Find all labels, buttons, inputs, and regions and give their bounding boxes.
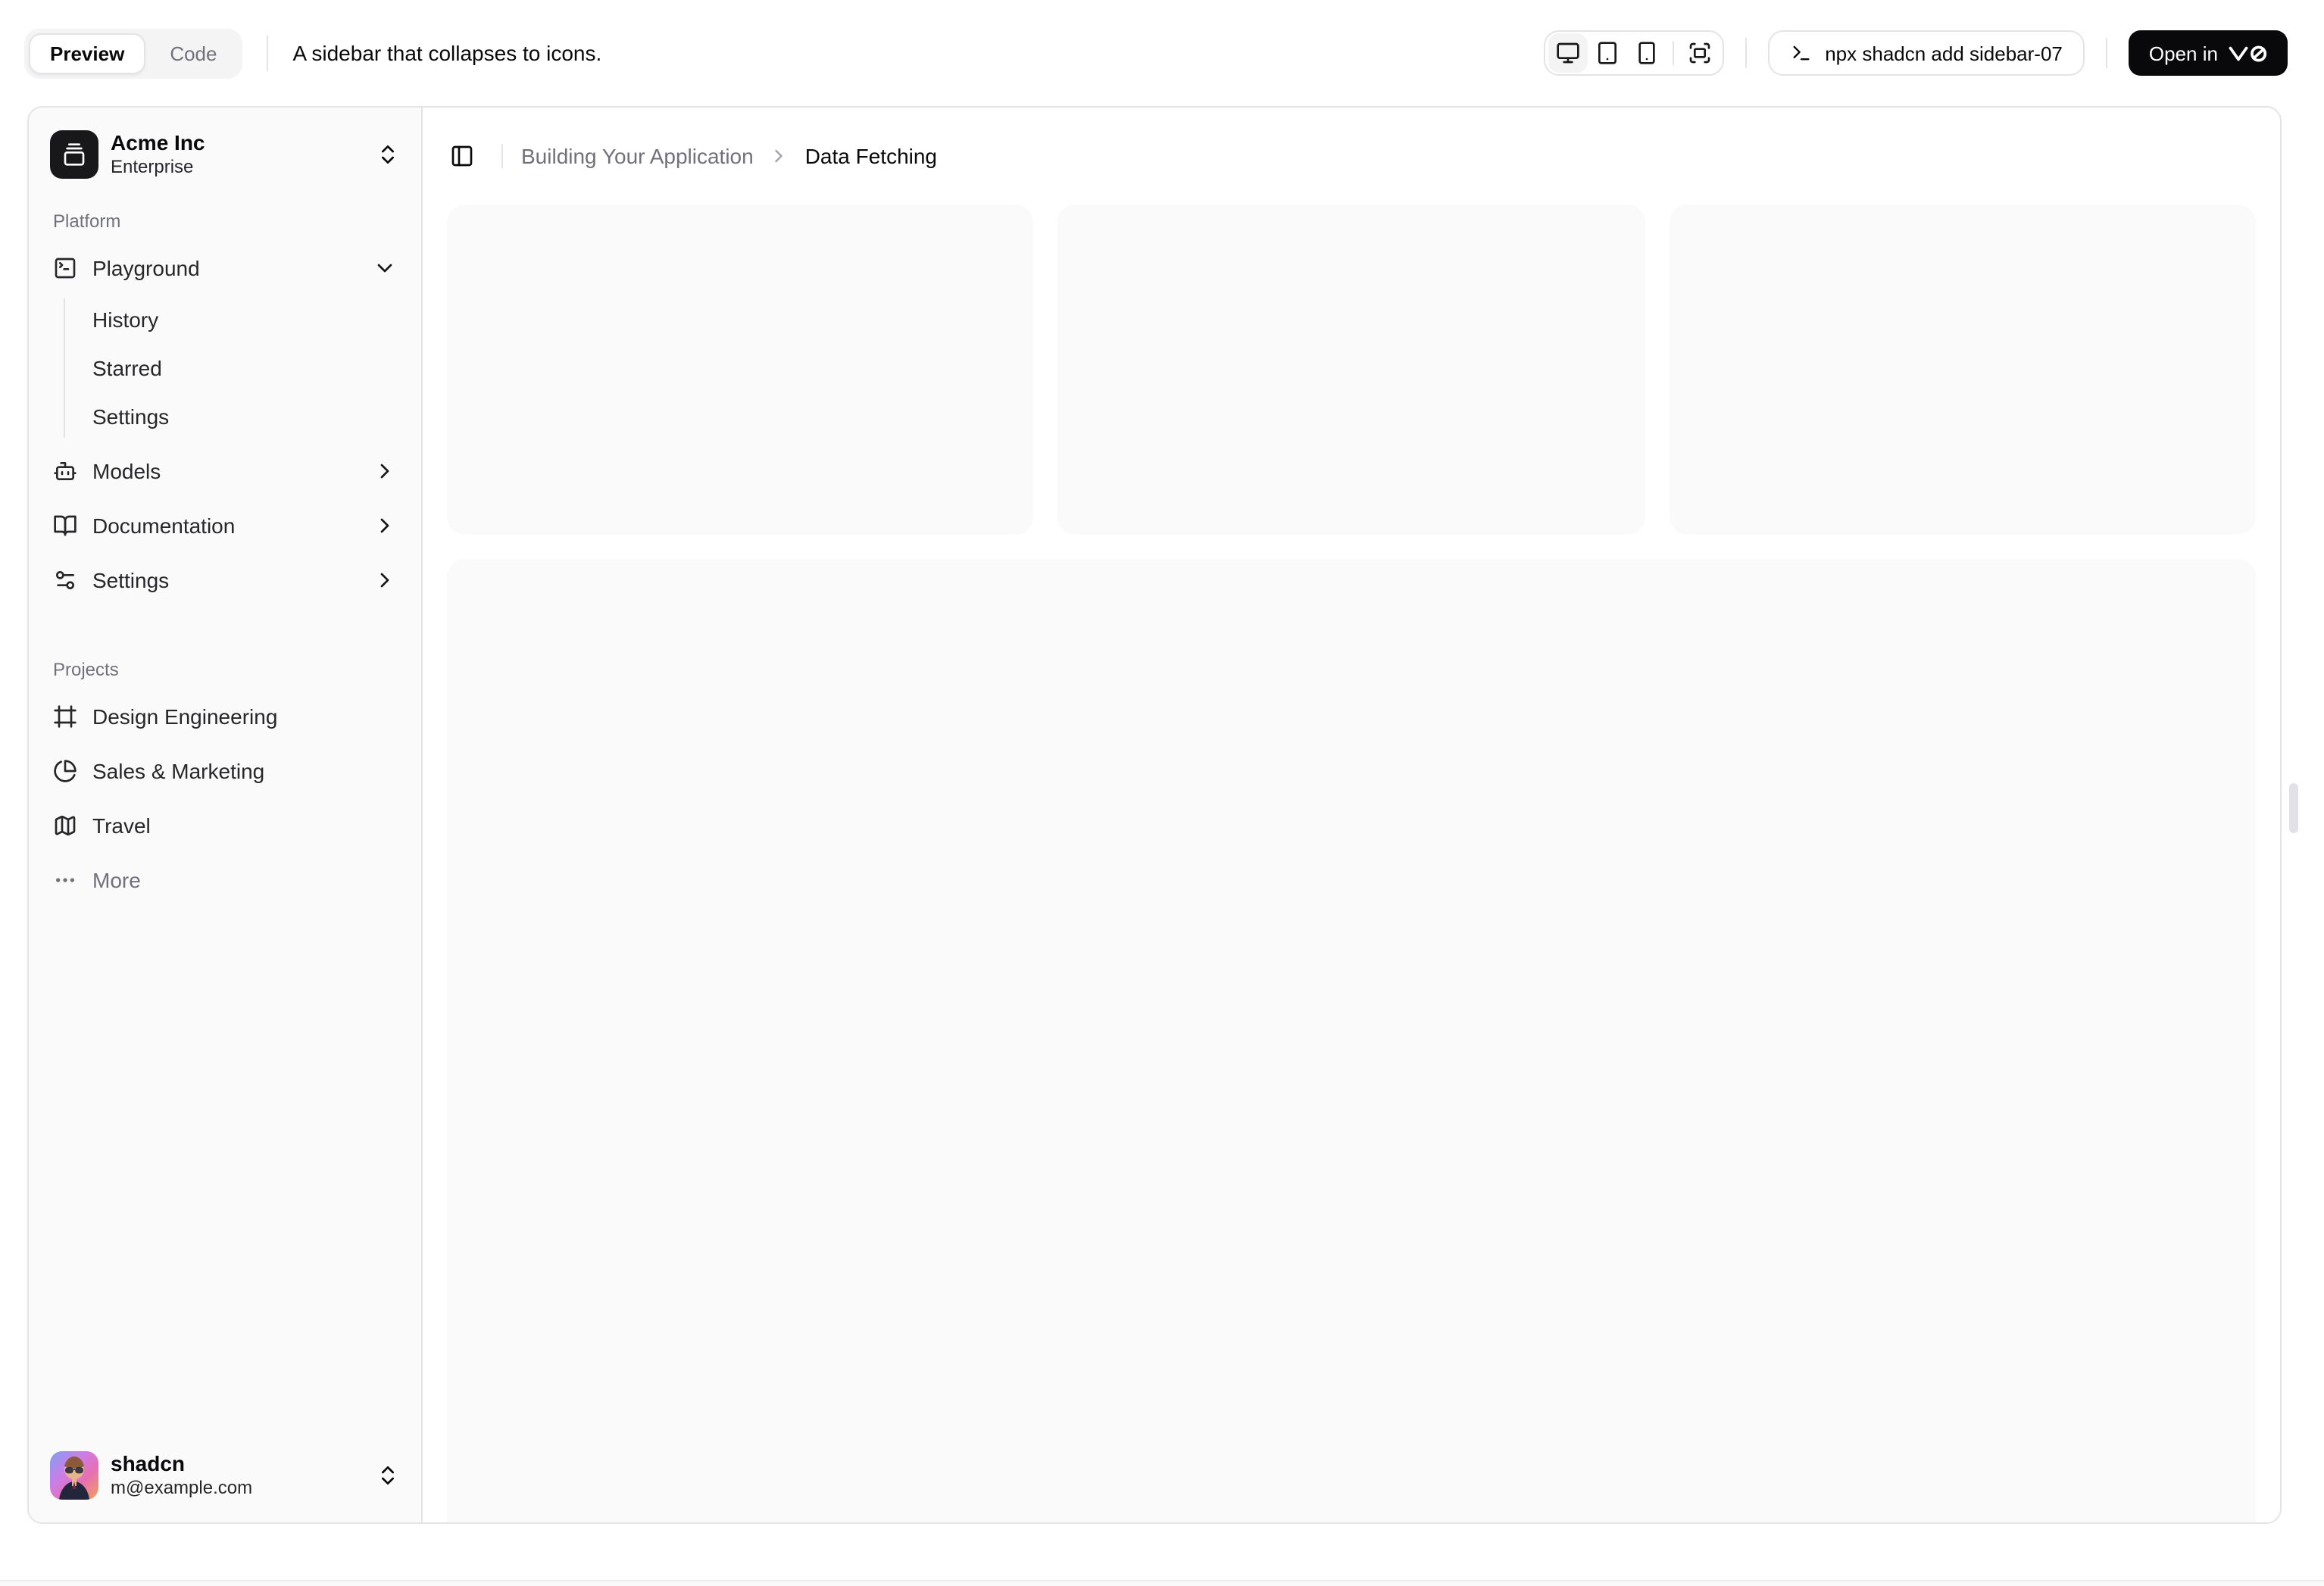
user-menu-button[interactable]: shadcn m@example.com — [41, 1441, 409, 1510]
view-mode-tabs: Preview Code — [24, 28, 243, 78]
sidebar-item-label: Settings — [92, 567, 170, 592]
section-label-platform: Platform — [53, 210, 121, 232]
page-scrollbar-thumb[interactable] — [2289, 783, 2298, 833]
chevron-right-icon — [769, 145, 790, 167]
breadcrumb-parent-link[interactable]: Building Your Application — [521, 144, 754, 168]
square-terminal-icon — [53, 256, 77, 280]
toolbar-divider — [1745, 38, 1747, 68]
desktop-view-button[interactable] — [1548, 33, 1588, 73]
sidebar-item-design-engineering[interactable]: Design Engineering — [41, 692, 409, 741]
next-section-edge — [0, 1580, 2324, 1586]
sidebar-item-label: Models — [92, 458, 161, 483]
sidebar-item-label: Documentation — [92, 513, 236, 538]
fullscreen-icon — [1687, 41, 1711, 65]
user-meta: shadcn m@example.com — [111, 1450, 364, 1501]
tablet-view-button[interactable] — [1587, 33, 1626, 73]
org-name: Acme Inc — [111, 130, 205, 155]
user-email: m@example.com — [111, 1477, 253, 1499]
block-description: A sidebar that collapses to icons. — [292, 41, 602, 65]
sidebar-section-platform: Platform Playground History Starred Settings… — [41, 189, 409, 604]
placeholder-card — [1669, 204, 2256, 535]
user-avatar — [50, 1451, 98, 1500]
monitor-icon — [1555, 41, 1579, 65]
tablet-icon — [1595, 41, 1619, 65]
nav-list: Playground History Starred Settings Models Do… — [41, 244, 409, 604]
sidebar-item-more[interactable]: More — [41, 856, 409, 904]
toolbar-divider — [267, 35, 269, 71]
sidebar-subitem-history[interactable]: History — [80, 298, 409, 341]
settings-icon — [53, 568, 77, 592]
nav-list: Design Engineering Sales & Marketing Trave… — [41, 692, 409, 904]
command-text: npx shadcn add sidebar-07 — [1825, 42, 2063, 64]
page: Preview Code A sidebar that collapses to … — [0, 0, 2324, 1586]
content-area — [423, 204, 2280, 1522]
ellipsis-icon — [53, 868, 77, 892]
placeholder-panel — [447, 558, 2256, 1522]
preview-frame: Acme Inc Enterprise Platform Playground Hi… — [27, 106, 2282, 1524]
sidebar-item-models[interactable]: Models — [41, 447, 409, 495]
placeholder-card-row — [447, 204, 2256, 535]
frame-icon — [53, 704, 77, 729]
org-switcher-button[interactable]: Acme Inc Enterprise — [41, 120, 409, 189]
breadcrumb-current: Data Fetching — [804, 144, 938, 168]
chevron-right-icon — [373, 459, 397, 483]
copy-command-button[interactable]: npx shadcn add sidebar-07 — [1767, 30, 2085, 76]
sidebar-item-playground[interactable]: Playground — [41, 244, 409, 292]
sidebar-subitem-starred[interactable]: Starred — [80, 347, 409, 389]
org-plan: Enterprise — [111, 156, 194, 178]
section-label-projects: Projects — [53, 658, 119, 680]
sidebar-nav: Platform Playground History Starred Settings… — [41, 189, 409, 904]
device-group-divider — [1672, 41, 1674, 65]
panel-left-icon — [450, 144, 474, 168]
user-name: shadcn — [111, 1451, 186, 1476]
open-in-label: Open in — [2148, 42, 2218, 64]
pie-chart-icon — [53, 759, 77, 783]
main-content: Building Your Application Data Fetching — [423, 108, 2280, 1522]
map-icon — [53, 813, 77, 838]
sidebar-item-label: Travel — [92, 813, 151, 838]
smartphone-icon — [1634, 41, 1658, 65]
placeholder-card — [1057, 204, 1645, 535]
preview-toolbar: Preview Code A sidebar that collapses to … — [0, 0, 2324, 106]
device-size-toggle-group — [1543, 30, 1724, 76]
book-open-icon — [53, 514, 77, 538]
header-divider — [501, 144, 503, 168]
sidebar-item-documentation[interactable]: Documentation — [41, 501, 409, 550]
chevron-right-icon — [373, 568, 397, 592]
terminal-icon — [1790, 42, 1811, 64]
sidebar-item-label: Playground — [92, 255, 200, 280]
chevrons-up-down-icon — [376, 1463, 400, 1488]
gallery-vertical-end-icon — [50, 130, 98, 179]
sidebar-item-settings[interactable]: Settings — [41, 556, 409, 604]
sidebar-section-projects: Projects Design Engineering Sales & Market… — [41, 638, 409, 904]
breadcrumb: Building Your Application Data Fetching — [521, 144, 937, 168]
mobile-view-button[interactable] — [1626, 33, 1666, 73]
fullscreen-view-button[interactable] — [1679, 33, 1719, 73]
sidebar-item-label: Design Engineering — [92, 704, 278, 729]
placeholder-card — [447, 204, 1034, 535]
sidebar-subitem-settings[interactable]: Settings — [80, 395, 409, 438]
tab-preview[interactable]: Preview — [29, 33, 146, 73]
org-meta: Acme Inc Enterprise — [111, 129, 364, 180]
sidebar-item-label: Sales & Marketing — [92, 758, 265, 783]
sidebar: Acme Inc Enterprise Platform Playground Hi… — [29, 108, 423, 1522]
sub-list-playground: History Starred Settings — [64, 298, 409, 438]
open-in-v0-button[interactable]: Open in — [2129, 30, 2288, 76]
toolbar-divider — [2106, 38, 2108, 68]
sidebar-item-sales-marketing[interactable]: Sales & Marketing — [41, 747, 409, 795]
sidebar-item-travel[interactable]: Travel — [41, 801, 409, 850]
tab-code[interactable]: Code — [148, 33, 238, 73]
chevron-right-icon — [373, 514, 397, 538]
content-header: Building Your Application Data Fetching — [423, 108, 2280, 204]
chevron-down-icon — [373, 256, 397, 280]
sidebar-toggle-button[interactable] — [441, 135, 483, 177]
bot-icon — [53, 459, 77, 483]
sidebar-item-label: More — [92, 867, 141, 892]
v0-logo-icon — [2229, 43, 2268, 63]
chevrons-up-down-icon — [376, 142, 400, 167]
